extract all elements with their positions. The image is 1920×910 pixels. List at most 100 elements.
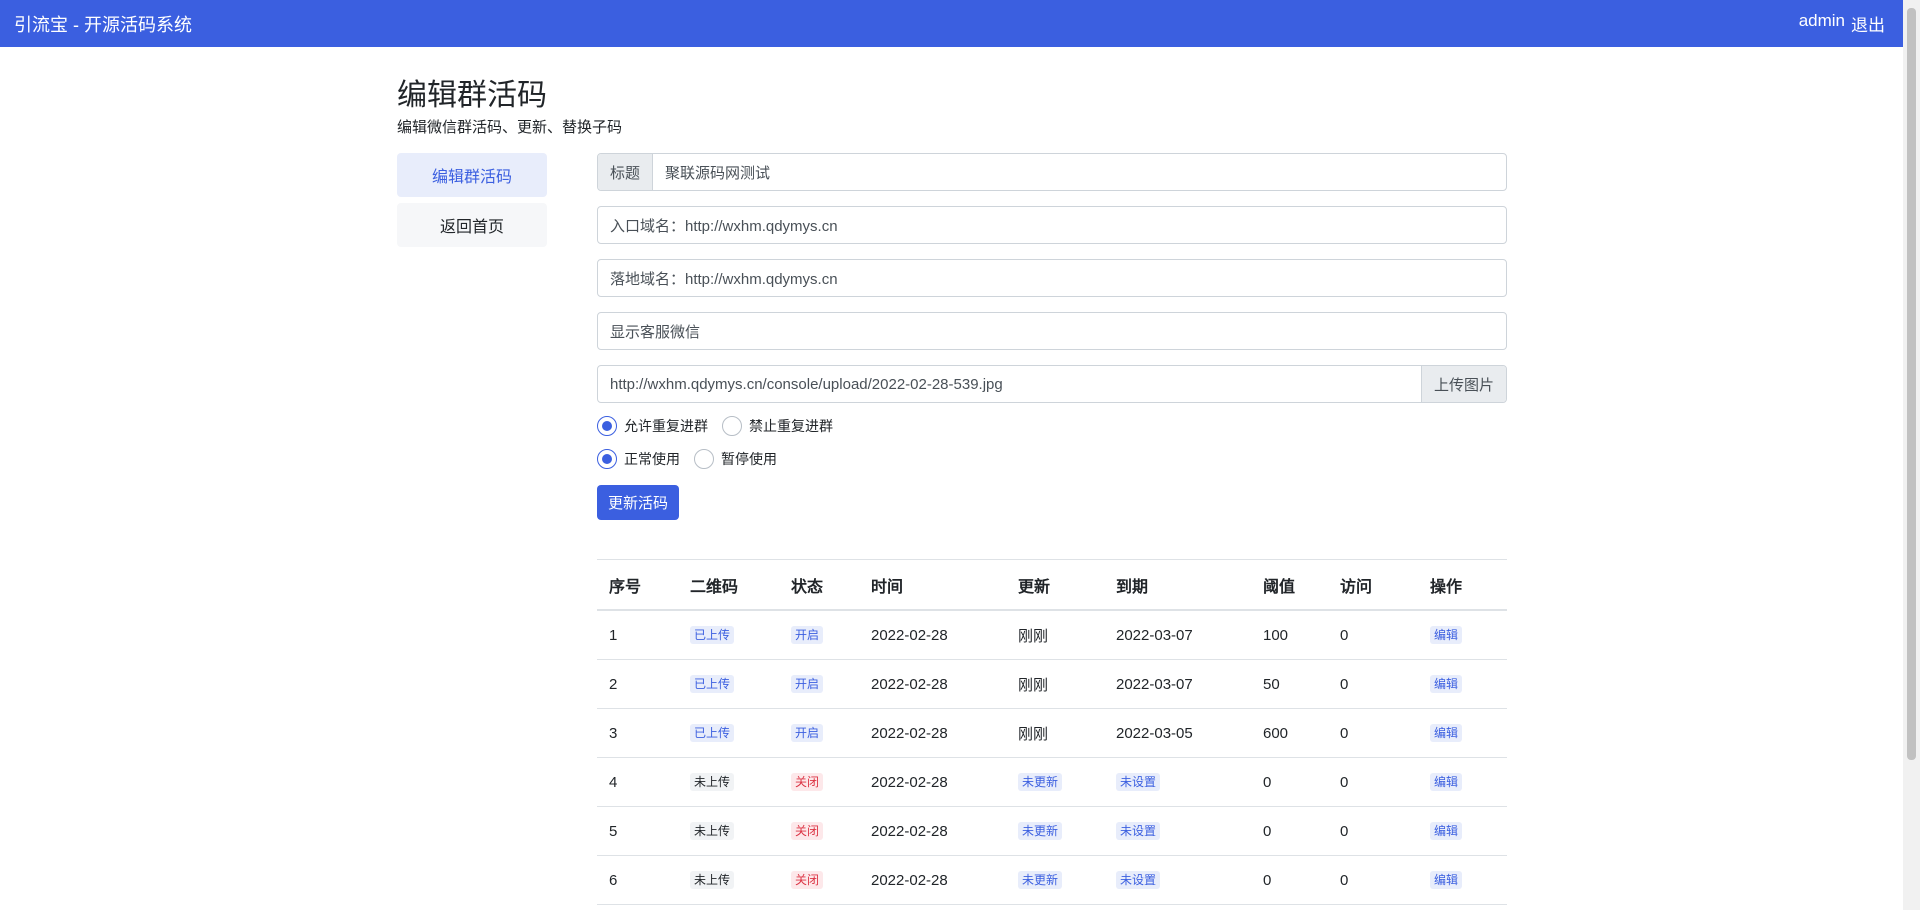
cell-threshold: 0 — [1251, 855, 1328, 905]
header-status: 状态 — [779, 559, 859, 611]
table-row: 4 未上传 关闭 2022-02-28 未更新 未设置 0 0 编辑 — [597, 757, 1507, 807]
edit-button[interactable]: 编辑 — [1430, 871, 1463, 889]
header-time: 时间 — [859, 559, 1006, 611]
cell-visits: 0 — [1328, 855, 1418, 905]
expire-badge: 未设置 — [1116, 871, 1161, 889]
entry-domain-group — [597, 206, 1507, 244]
cell-no: 5 — [597, 806, 678, 856]
qrcode-status-badge: 未上传 — [690, 871, 735, 889]
update-badge: 未更新 — [1018, 773, 1063, 791]
cell-visits: 0 — [1328, 757, 1418, 807]
entry-domain-select[interactable] — [598, 207, 1506, 243]
radio-pause-use[interactable]: 暂停使用 — [694, 449, 777, 469]
user-menu: admin 退出 — [1799, 11, 1885, 36]
cell-expire: 2022-03-05 — [1104, 708, 1251, 758]
status-badge: 开启 — [791, 626, 824, 644]
title-field-group: 标题 — [597, 153, 1507, 191]
cell-no: 6 — [597, 855, 678, 905]
table-row: 3 已上传 开启 2022-02-28 刚刚 2022-03-05 600 0 … — [597, 708, 1507, 758]
qrcode-status-badge: 未上传 — [690, 822, 735, 840]
upload-image-button[interactable]: 上传图片 — [1420, 366, 1506, 402]
table-row: 6 未上传 关闭 2022-02-28 未更新 未设置 0 0 编辑 — [597, 855, 1507, 905]
cell-visits: 0 — [1328, 610, 1418, 660]
update-badge: 未更新 — [1018, 822, 1063, 840]
radio-pause-use-circle[interactable] — [694, 449, 714, 469]
service-wechat-select[interactable] — [598, 313, 1506, 349]
header-qrcode: 二维码 — [678, 559, 779, 611]
radio-allow-repeat-circle[interactable] — [597, 416, 617, 436]
cell-expire: 2022-03-07 — [1104, 659, 1251, 709]
page-title: 编辑群活码 — [397, 79, 547, 112]
title-label: 标题 — [598, 154, 654, 190]
username-link[interactable]: admin — [1799, 11, 1845, 36]
scrollbar-thumb[interactable] — [1907, 8, 1916, 760]
cell-visits: 0 — [1328, 659, 1418, 709]
header-visits: 访问 — [1328, 559, 1418, 611]
radio-allow-repeat-label: 允许重复进群 — [624, 418, 708, 434]
cell-no: 4 — [597, 757, 678, 807]
cell-time: 2022-02-28 — [859, 757, 1006, 807]
edit-button[interactable]: 编辑 — [1430, 773, 1463, 791]
cell-time: 2022-02-28 — [859, 610, 1006, 660]
cell-time: 2022-02-28 — [859, 806, 1006, 856]
cell-time: 2022-02-28 — [859, 855, 1006, 905]
radio-forbid-repeat-label: 禁止重复进群 — [749, 418, 833, 434]
edit-button[interactable]: 编辑 — [1430, 822, 1463, 840]
edit-form: 标题 上传图片 允许重复进群 禁止重复进群 正常使用 暂停使用 更新活码 — [597, 153, 1507, 520]
logout-link[interactable]: 退出 — [1851, 11, 1885, 36]
cell-expire: 2022-03-07 — [1104, 610, 1251, 660]
status-radio-group: 正常使用 暂停使用 — [597, 449, 1507, 469]
sub-qrcode-table: 序号 二维码 状态 时间 更新 到期 阈值 访问 操作 1 已上传 开启 202… — [597, 559, 1507, 905]
update-qrcode-button[interactable]: 更新活码 — [597, 485, 680, 520]
cell-time: 2022-02-28 — [859, 659, 1006, 709]
landing-domain-select[interactable] — [598, 260, 1506, 296]
table-row: 2 已上传 开启 2022-02-28 刚刚 2022-03-07 50 0 编… — [597, 659, 1507, 709]
expire-badge: 未设置 — [1116, 773, 1161, 791]
cell-threshold: 600 — [1251, 708, 1328, 758]
table-row: 1 已上传 开启 2022-02-28 刚刚 2022-03-07 100 0 … — [597, 610, 1507, 660]
sidebar-item-edit-qrcode[interactable]: 编辑群活码 — [397, 153, 547, 197]
repeat-join-radio-group: 允许重复进群 禁止重复进群 — [597, 416, 1507, 436]
cell-no: 1 — [597, 610, 678, 660]
cell-threshold: 50 — [1251, 659, 1328, 709]
status-badge: 关闭 — [791, 773, 824, 791]
radio-pause-use-label: 暂停使用 — [721, 451, 777, 467]
top-navbar: 引流宝 - 开源活码系统 admin 退出 — [0, 0, 1903, 47]
brand-title[interactable]: 引流宝 - 开源活码系统 — [14, 11, 192, 37]
cell-time: 2022-02-28 — [859, 708, 1006, 758]
qrcode-status-badge: 已上传 — [690, 626, 735, 644]
cell-threshold: 0 — [1251, 806, 1328, 856]
radio-allow-repeat[interactable]: 允许重复进群 — [597, 416, 708, 436]
edit-button[interactable]: 编辑 — [1430, 626, 1463, 644]
header-action: 操作 — [1418, 559, 1507, 611]
radio-normal-use-circle[interactable] — [597, 449, 617, 469]
status-badge: 关闭 — [791, 871, 824, 889]
cell-no: 2 — [597, 659, 678, 709]
radio-normal-use[interactable]: 正常使用 — [597, 449, 680, 469]
edit-button[interactable]: 编辑 — [1430, 675, 1463, 693]
sidebar-item-back-home[interactable]: 返回首页 — [397, 203, 547, 247]
radio-normal-use-label: 正常使用 — [624, 451, 680, 467]
cell-threshold: 100 — [1251, 610, 1328, 660]
header-update: 更新 — [1006, 559, 1104, 611]
cell-threshold: 0 — [1251, 757, 1328, 807]
expire-badge: 未设置 — [1116, 822, 1161, 840]
qrcode-status-badge: 已上传 — [690, 675, 735, 693]
header-no: 序号 — [597, 559, 678, 611]
edit-button[interactable]: 编辑 — [1430, 724, 1463, 742]
cell-visits: 0 — [1328, 806, 1418, 856]
status-badge: 关闭 — [791, 822, 824, 840]
radio-forbid-repeat[interactable]: 禁止重复进群 — [722, 416, 833, 436]
header-expire: 到期 — [1104, 559, 1251, 611]
qrcode-status-badge: 未上传 — [690, 773, 735, 791]
page-subtitle: 编辑微信群活码、更新、替换子码 — [397, 119, 623, 136]
page-scrollbar[interactable] — [1903, 0, 1920, 910]
cell-update: 刚刚 — [1006, 659, 1104, 709]
image-url-input[interactable] — [598, 366, 1421, 402]
cell-visits: 0 — [1328, 708, 1418, 758]
title-input[interactable] — [653, 154, 1506, 190]
radio-forbid-repeat-circle[interactable] — [722, 416, 742, 436]
image-upload-group: 上传图片 — [597, 365, 1507, 403]
status-badge: 开启 — [791, 675, 824, 693]
cell-no: 3 — [597, 708, 678, 758]
